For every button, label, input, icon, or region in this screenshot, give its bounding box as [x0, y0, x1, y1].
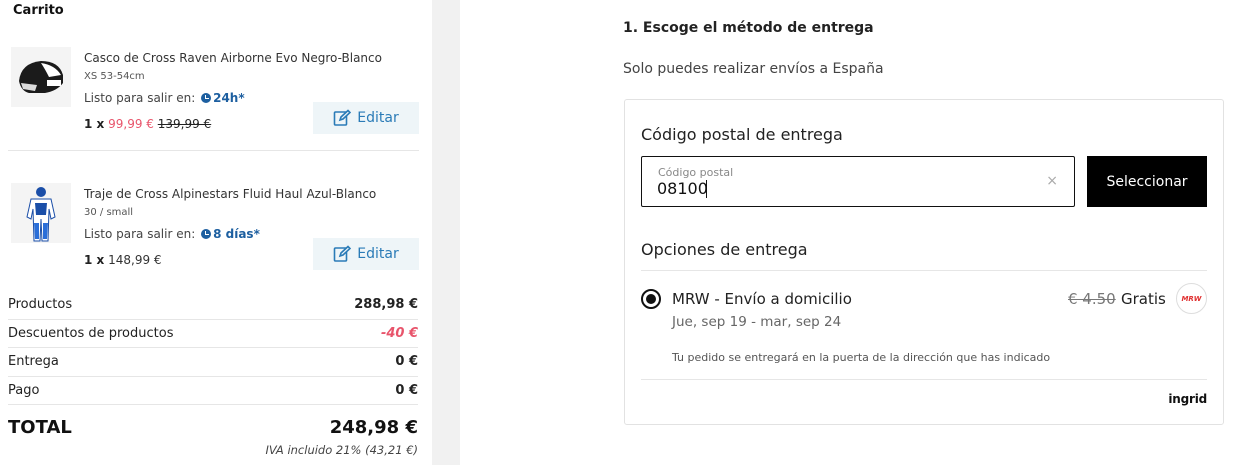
item-qty: 1 x: [84, 117, 105, 131]
helmet-image[interactable]: [11, 47, 71, 107]
sale-price: 99,99 €: [108, 117, 154, 131]
item-qty: 1 x: [84, 253, 105, 267]
ingrid-logo: ingrid: [1168, 392, 1207, 406]
delivery-panel: Código postal de entrega Código postal ×…: [624, 99, 1224, 425]
edit-label: Editar: [357, 246, 399, 262]
item-name[interactable]: Casco de Cross Raven Airborne Evo Negro-…: [84, 51, 382, 65]
item-name[interactable]: Traje de Cross Alpinestars Fluid Haul Az…: [84, 187, 376, 201]
tax-note: IVA incluido 21% (43,21 €): [265, 443, 418, 457]
summary-label: Entrega: [8, 354, 59, 370]
cart-item: Traje de Cross Alpinestars Fluid Haul Az…: [8, 176, 419, 276]
summary-value: -40 €: [380, 325, 418, 341]
total-label: TOTAL: [8, 417, 72, 438]
summary-label: Pago: [8, 382, 40, 398]
clock-icon: [201, 93, 212, 103]
delivery-option-price: Gratis: [1121, 290, 1166, 308]
ready-label: Listo para salir en:: [84, 91, 196, 105]
postal-code-label: Código postal: [658, 166, 734, 179]
total-row: TOTAL 248,98 €: [8, 417, 418, 438]
summary-row-products: Productos 288,98 €: [8, 291, 418, 320]
cart-item: Casco de Cross Raven Airborne Evo Negro-…: [8, 40, 419, 151]
postal-code-input[interactable]: [657, 179, 1027, 198]
item-price: 1 x 148,99 €: [84, 253, 162, 267]
item-ready: Listo para salir en: 24h*: [84, 91, 245, 105]
postal-code-title: Código postal de entrega: [641, 125, 843, 144]
summary-row-delivery: Entrega 0 €: [8, 348, 418, 377]
delivery-option-name[interactable]: MRW - Envío a domicilio: [672, 290, 852, 308]
old-price: 139,99 €: [157, 117, 212, 131]
item-price: 1 x 99,99 € 139,99 €: [84, 117, 211, 131]
edit-label: Editar: [357, 110, 399, 126]
delivery-option-dates: Jue, sep 19 - mar, sep 24: [672, 314, 842, 330]
summary-value: 288,98 €: [354, 297, 418, 313]
summary-label: Productos: [8, 297, 73, 313]
checkout-page: Carrito Casco de Cross Raven Airborne Ev…: [0, 0, 1240, 465]
item-variant: 30 / small: [84, 207, 134, 218]
suit-image[interactable]: [11, 183, 71, 243]
step-title: 1. Escoge el método de entrega: [623, 20, 874, 36]
delivery-option-description: Tu pedido se entregará en la puerta de l…: [672, 351, 1051, 364]
divider: [641, 270, 1207, 271]
item-variant: XS 53-54cm: [84, 71, 145, 82]
delivery-option-old-price: € 4.50: [1068, 290, 1116, 308]
item-ready: Listo para salir en: 8 días*: [84, 227, 260, 241]
close-icon[interactable]: ×: [1046, 173, 1058, 189]
divider: [641, 379, 1207, 380]
text-cursor: [706, 180, 707, 198]
cart-panel: Carrito Casco de Cross Raven Airborne Ev…: [0, 0, 430, 465]
total-value: 248,98 €: [329, 417, 418, 438]
ready-time: 8 días*: [213, 227, 260, 241]
edit-icon: [333, 109, 352, 126]
shipping-note: Solo puedes realizar envíos a España: [623, 61, 884, 77]
ready-time: 24h*: [213, 91, 245, 105]
column-divider: [432, 0, 460, 465]
radio-selected-icon[interactable]: [641, 289, 661, 309]
edit-button[interactable]: Editar: [313, 238, 419, 270]
summary-value: 0 €: [395, 382, 418, 398]
select-button[interactable]: Seleccionar: [1087, 156, 1207, 207]
clock-icon: [201, 229, 212, 239]
cart-title: Carrito: [13, 3, 64, 18]
delivery-options-title: Opciones de entrega: [641, 240, 808, 259]
carrier-logo-text: MRW: [1181, 294, 1202, 303]
order-summary: Productos 288,98 € Descuentos de product…: [8, 291, 418, 405]
summary-label: Descuentos de productos: [8, 325, 174, 341]
postal-code-field[interactable]: Código postal ×: [641, 156, 1075, 207]
edit-icon: [333, 245, 352, 262]
summary-row-payment: Pago 0 €: [8, 377, 418, 405]
edit-button[interactable]: Editar: [313, 102, 419, 134]
summary-row-discounts: Descuentos de productos -40 €: [8, 320, 418, 348]
item-unit-price: 148,99 €: [108, 253, 162, 267]
mrw-logo: MRW: [1176, 283, 1207, 314]
ready-label: Listo para salir en:: [84, 227, 196, 241]
summary-value: 0 €: [395, 354, 418, 370]
